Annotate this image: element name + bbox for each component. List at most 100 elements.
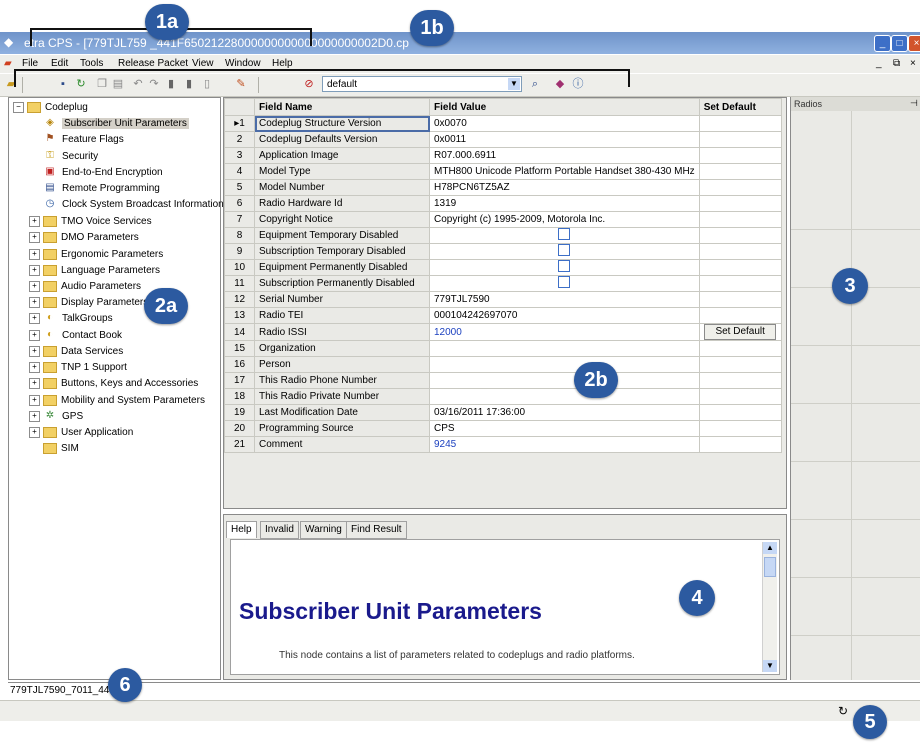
menu-help[interactable]: Help: [272, 58, 293, 69]
expand-icon[interactable]: +: [29, 410, 40, 422]
column-header-set-default[interactable]: Set Default: [698, 98, 782, 116]
tree-folder[interactable]: + Ergonomic Parameters: [29, 247, 163, 263]
tree-item-remote-programming[interactable]: ▤ Remote Programming: [43, 181, 160, 197]
table-row[interactable]: 5 Model Number H78PCN6TZ5AZ: [224, 179, 782, 196]
field-name-cell[interactable]: Comment: [254, 436, 430, 453]
expand-icon[interactable]: +: [29, 394, 40, 406]
tree-folder[interactable]: + Data Services: [29, 344, 123, 360]
menu-tools[interactable]: Tools: [80, 58, 103, 69]
field-name-cell[interactable]: This Radio Private Number: [254, 388, 430, 405]
table-row[interactable]: 13 Radio TEI 000104242697070: [224, 307, 782, 324]
field-name-cell[interactable]: Organization: [254, 340, 430, 357]
field-value-cell[interactable]: CPS: [429, 420, 700, 437]
expand-icon[interactable]: +: [29, 280, 40, 292]
maximize-button[interactable]: □: [891, 35, 908, 52]
table-row[interactable]: 11 Subscription Permanently Disabled: [224, 275, 782, 292]
tree-folder[interactable]: + User Application: [29, 425, 133, 441]
field-name-cell[interactable]: Codeplug Defaults Version: [254, 131, 430, 148]
tree-folder[interactable]: SIM: [43, 441, 79, 457]
field-name-cell[interactable]: This Radio Phone Number: [254, 372, 430, 389]
table-row[interactable]: 15 Organization: [224, 340, 782, 357]
field-name-cell[interactable]: Model Type: [254, 163, 430, 180]
minimize-button[interactable]: _: [874, 35, 891, 52]
field-name-cell[interactable]: Equipment Permanently Disabled: [254, 259, 430, 276]
mdi-restore-icon[interactable]: ⧉: [893, 58, 900, 69]
expand-icon[interactable]: +: [29, 215, 40, 227]
tree-folder[interactable]: + ◐ Contact Book: [29, 328, 122, 344]
field-value-cell[interactable]: [429, 275, 700, 292]
table-row[interactable]: 18 This Radio Private Number: [224, 388, 782, 405]
tree-item-subscriber-unit-parameters[interactable]: ◈ Subscriber Unit Parameters: [43, 116, 189, 132]
table-row[interactable]: 20 Programming Source CPS: [224, 420, 782, 437]
checkbox[interactable]: [558, 228, 571, 240]
field-value-cell[interactable]: [429, 372, 700, 389]
table-row[interactable]: 7 Copyright Notice Copyright (c) 1995-2009…: [224, 211, 782, 228]
menu-edit[interactable]: Edit: [51, 58, 68, 69]
field-value-cell[interactable]: [429, 356, 700, 373]
field-value-cell[interactable]: 0x0011: [429, 131, 700, 148]
table-row[interactable]: 12 Serial Number 779TJL7590: [224, 291, 782, 308]
tab-warning[interactable]: Warning: [300, 521, 347, 539]
help-scrollbar[interactable]: ▲ ▼: [762, 542, 777, 672]
field-value-cell[interactable]: 0x0070: [429, 115, 700, 132]
table-row[interactable]: 10 Equipment Permanently Disabled: [224, 259, 782, 276]
mdi-close-icon[interactable]: ×: [910, 58, 916, 69]
tree-item-end-to-end-encryption[interactable]: ▣ End-to-End Encryption: [43, 165, 162, 181]
scroll-thumb[interactable]: [764, 557, 776, 577]
field-value-cell[interactable]: [429, 340, 700, 357]
tab-find-result[interactable]: Find Result: [346, 521, 407, 539]
tree-folder[interactable]: + ◐ TalkGroups: [29, 311, 113, 327]
expand-icon[interactable]: +: [29, 377, 40, 389]
field-value-cell[interactable]: 03/16/2011 17:36:00: [429, 404, 700, 421]
field-value-cell[interactable]: R07.000.6911: [429, 147, 700, 164]
table-row[interactable]: 4 Model Type MTH800 Unicode Platform Porta…: [224, 163, 782, 180]
tree-folder[interactable]: + Mobility and System Parameters: [29, 393, 205, 409]
field-name-cell[interactable]: Subscription Temporary Disabled: [254, 243, 430, 260]
checkbox[interactable]: [558, 244, 571, 256]
column-header-field-name[interactable]: Field Name: [254, 98, 430, 116]
table-row[interactable]: 21 Comment 9245: [224, 436, 782, 453]
field-name-cell[interactable]: Subscription Permanently Disabled: [254, 275, 430, 292]
table-row[interactable]: 16 Person: [224, 356, 782, 373]
table-row[interactable]: 19 Last Modification Date 03/16/2011 17:36…: [224, 404, 782, 421]
tree-folder[interactable]: + ✲ GPS: [29, 409, 83, 425]
table-row[interactable]: 3 Application Image R07.000.6911: [224, 147, 782, 164]
close-button[interactable]: ×: [908, 35, 920, 52]
mdi-minimize-icon[interactable]: _: [876, 58, 882, 69]
field-value-cell[interactable]: [429, 388, 700, 405]
expand-icon[interactable]: +: [29, 345, 40, 357]
menu-view[interactable]: View: [192, 58, 214, 69]
field-value-cell[interactable]: H78PCN6TZ5AZ: [429, 179, 700, 196]
tree-folder[interactable]: + Language Parameters: [29, 263, 160, 279]
table-row[interactable]: 9 Subscription Temporary Disabled: [224, 243, 782, 260]
tree-root[interactable]: − Codeplug: [13, 100, 88, 116]
field-value-cell[interactable]: [429, 259, 700, 276]
field-name-cell[interactable]: Radio Hardware Id: [254, 195, 430, 212]
expand-icon[interactable]: +: [29, 296, 40, 308]
field-name-cell[interactable]: Person: [254, 356, 430, 373]
tree-folder[interactable]: + Display Parameters: [29, 295, 148, 311]
tree-item-feature-flags[interactable]: ⚑ Feature Flags: [43, 132, 124, 148]
table-row[interactable]: ▸1 Codeplug Structure Version 0x0070: [224, 115, 782, 132]
field-name-cell[interactable]: Copyright Notice: [254, 211, 430, 228]
expand-icon[interactable]: +: [29, 264, 40, 276]
field-value-cell[interactable]: MTH800 Unicode Platform Portable Handset…: [429, 163, 700, 180]
checkbox[interactable]: [558, 260, 571, 272]
menu-window[interactable]: Window: [225, 58, 261, 69]
field-name-cell[interactable]: Model Number: [254, 179, 430, 196]
table-row[interactable]: 14 Radio ISSI 12000 Set Default: [224, 323, 782, 341]
field-value-cell[interactable]: Copyright (c) 1995-2009, Motorola Inc.: [429, 211, 700, 228]
expand-icon[interactable]: +: [29, 312, 40, 324]
tree-folder[interactable]: + DMO Parameters: [29, 230, 139, 246]
tree-folder[interactable]: + Buttons, Keys and Accessories: [29, 376, 198, 392]
expand-icon[interactable]: +: [29, 231, 40, 243]
tree-item-clock-system-broadcast[interactable]: ◷ Clock System Broadcast Information: [43, 197, 224, 213]
field-name-cell[interactable]: Serial Number: [254, 291, 430, 308]
expand-icon[interactable]: +: [29, 248, 40, 260]
field-name-cell[interactable]: Radio ISSI: [254, 323, 430, 341]
field-value-cell[interactable]: 779TJL7590: [429, 291, 700, 308]
field-value-cell[interactable]: 1319: [429, 195, 700, 212]
tree-folder[interactable]: + TNP 1 Support: [29, 360, 127, 376]
expand-icon[interactable]: +: [29, 329, 40, 341]
checkbox[interactable]: [558, 276, 571, 288]
